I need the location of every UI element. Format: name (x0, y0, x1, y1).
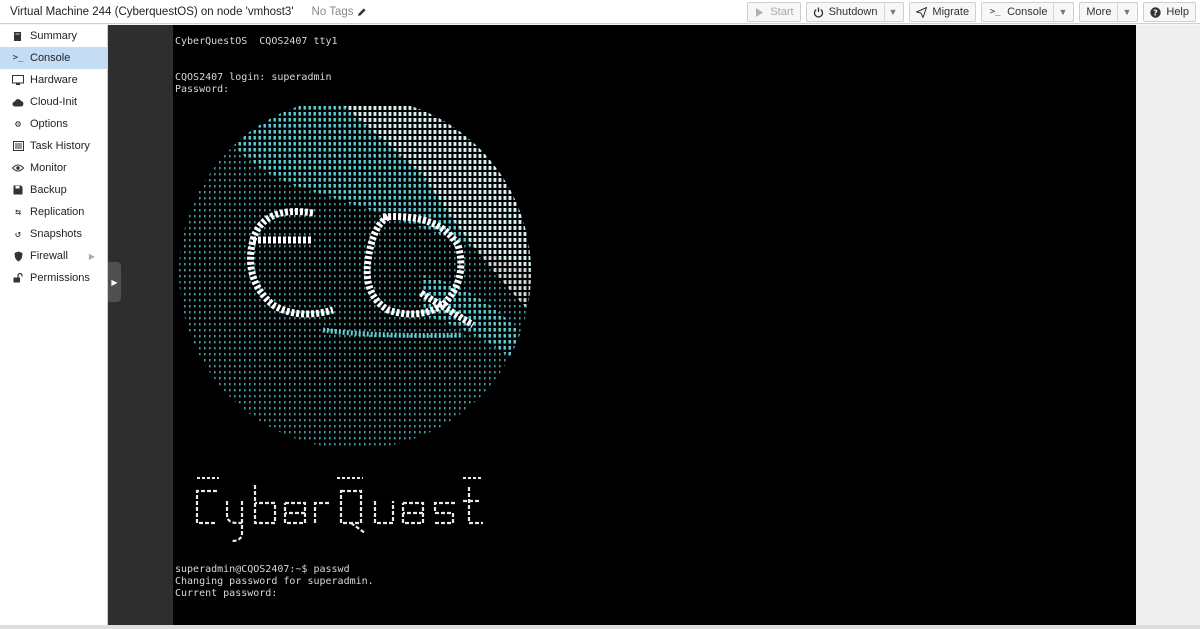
more-button[interactable]: More ▼ (1079, 2, 1139, 22)
gear-icon: ⚙ (14, 118, 22, 130)
sidebar-item-label: Snapshots (30, 228, 82, 240)
sidebar-item-snapshots[interactable]: ↺ Snapshots (0, 223, 107, 245)
sidebar-item-cloud-init[interactable]: Cloud-Init (0, 91, 107, 113)
start-label: Start (770, 6, 794, 18)
sidebar-item-summary[interactable]: Summary (0, 25, 107, 47)
console-button[interactable]: >_ Console ▼ (981, 2, 1075, 22)
more-label: More (1086, 6, 1112, 18)
sidebar-nav: Summary >_ Console Hardware Cloud-Init ⚙… (0, 25, 108, 629)
migrate-label: Migrate (932, 6, 970, 18)
eye-icon (12, 162, 24, 174)
vm-title: Virtual Machine 244 (CyberquestOS) on no… (10, 5, 294, 18)
start-button[interactable]: Start (747, 2, 801, 22)
shield-icon (12, 250, 24, 262)
tags-label: No Tags (311, 5, 354, 18)
toolbar: Start Shutdown ▼ Migrate >_ Console ▼ Mo… (742, 1, 1196, 23)
sidebar-item-permissions[interactable]: Permissions (0, 267, 107, 289)
tags-editor[interactable]: No Tags (312, 6, 367, 18)
terminal-icon: >_ (12, 53, 24, 63)
right-gutter (1136, 25, 1200, 625)
sidebar-item-label: Permissions (30, 272, 90, 284)
sidebar-item-label: Cloud-Init (30, 96, 78, 108)
sidebar-item-replication[interactable]: ⇆ Replication (0, 201, 107, 223)
sidebar-item-hardware[interactable]: Hardware (0, 69, 107, 91)
expand-arrow-icon[interactable]: ▶ (89, 252, 95, 261)
sidebar-item-label: Firewall (30, 250, 68, 262)
sidebar-item-options[interactable]: ⚙ Options (0, 113, 107, 135)
sidebar-item-firewall[interactable]: Firewall ▶ (0, 245, 107, 267)
ascii-art-logo (195, 477, 483, 543)
tty-banner: CyberQuestOS CQOS2407 tty1 (175, 36, 338, 47)
sidebar-item-label: Summary (30, 30, 78, 42)
ascii-art-orb (179, 105, 531, 449)
floppy-icon (12, 184, 24, 196)
sidebar-item-label: Replication (30, 206, 85, 218)
login-line: CQOS2407 login: superadmin (175, 72, 332, 83)
header-bar: Virtual Machine 244 (CyberquestOS) on no… (0, 0, 1200, 24)
question-circle-icon: ? (1150, 6, 1162, 18)
terminal-icon: >_ (989, 7, 1001, 17)
sidebar-item-console[interactable]: >_ Console (0, 47, 107, 69)
sidebar-item-monitor[interactable]: Monitor (0, 157, 107, 179)
sidebar-item-label: Backup (30, 184, 67, 196)
help-button[interactable]: ? Help (1143, 2, 1196, 22)
sidebar-item-label: Task History (30, 140, 90, 152)
retweet-icon: ⇆ (14, 206, 22, 218)
unlock-icon (12, 272, 24, 284)
current-password-line: Current password: (175, 588, 278, 599)
sidebar-item-label: Console (30, 52, 71, 64)
paper-plane-icon (916, 6, 928, 18)
power-off-icon (813, 7, 824, 18)
sidebar-item-label: Monitor (30, 162, 67, 174)
shutdown-button[interactable]: Shutdown ▼ (805, 2, 905, 22)
sidebar-item-label: Options (30, 118, 68, 130)
migrate-button[interactable]: Migrate (909, 2, 977, 22)
more-menu-caret[interactable]: ▼ (1117, 3, 1131, 21)
svg-text:?: ? (1154, 8, 1159, 17)
passwd-message-line: Changing password for superadmin. (175, 576, 374, 587)
shell-prompt-line: superadmin@CQOS2407:~$ passwd (175, 564, 350, 575)
cloud-icon (12, 96, 24, 108)
console-menu-caret[interactable]: ▼ (1053, 3, 1067, 21)
password-line: Password: (175, 84, 230, 95)
sidebar-item-task-history[interactable]: Task History (0, 135, 107, 157)
history-icon: ↺ (14, 228, 22, 240)
sidebar-item-backup[interactable]: Backup (0, 179, 107, 201)
sidebar-item-label: Hardware (30, 74, 78, 86)
vnc-console-screen[interactable]: CyberQuestOS CQOS2407 tty1 CQOS2407 logi… (173, 25, 1136, 625)
list-icon (12, 140, 24, 152)
monitor-icon (12, 74, 24, 86)
play-icon (754, 7, 765, 18)
help-label: Help (1166, 6, 1189, 18)
book-icon (12, 30, 24, 42)
shutdown-menu-caret[interactable]: ▼ (883, 3, 897, 21)
shutdown-label: Shutdown (828, 6, 878, 18)
pencil-icon[interactable] (357, 7, 367, 17)
bottom-bar (0, 625, 1200, 629)
console-label: Console (1007, 6, 1048, 18)
sidebar-collapse-handle[interactable]: ▶ (108, 262, 121, 302)
